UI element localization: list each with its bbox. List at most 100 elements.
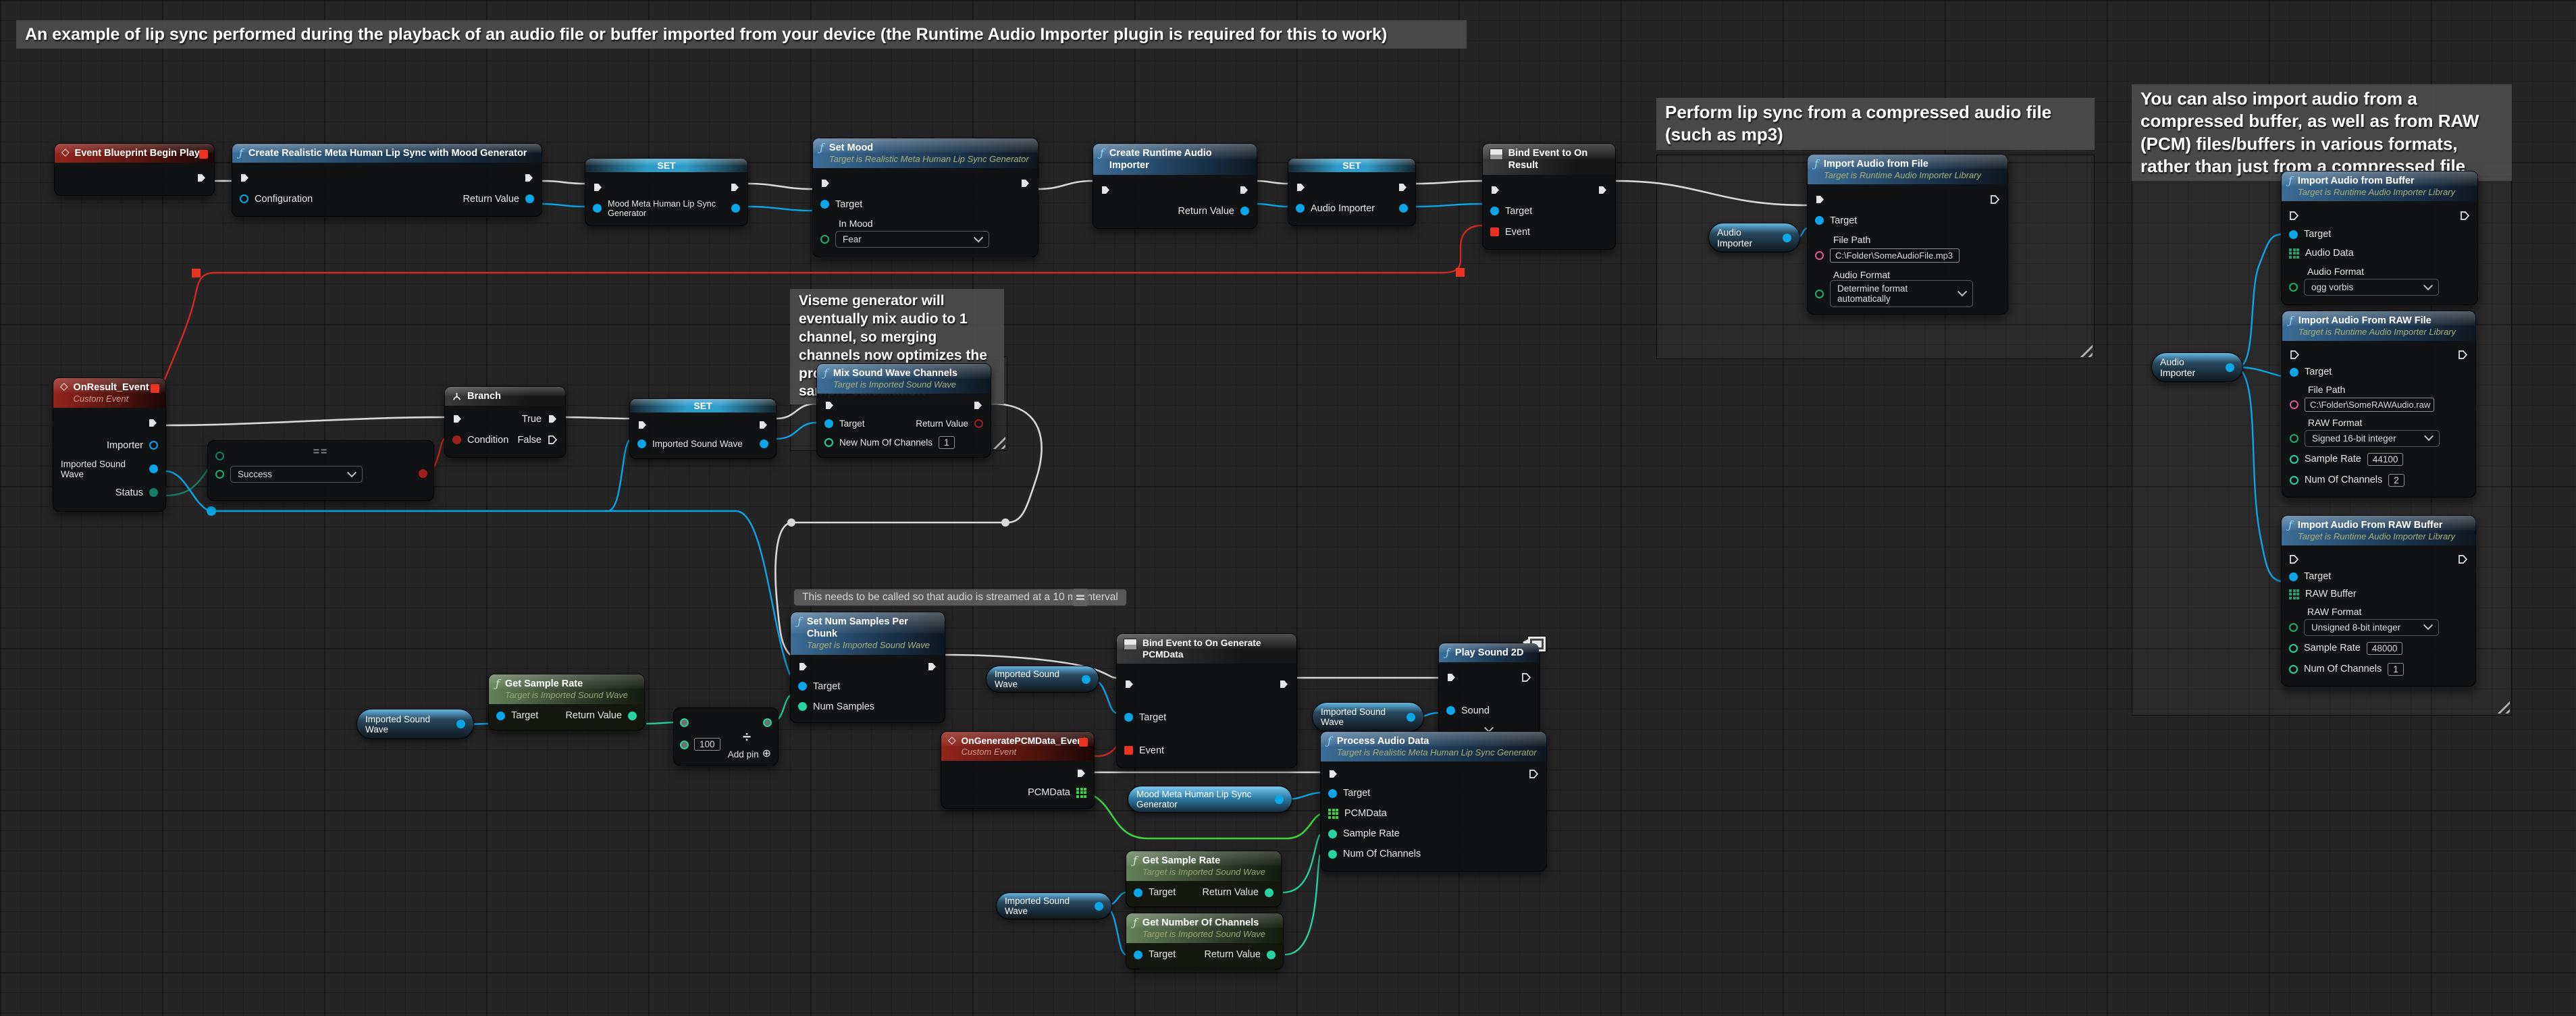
exec-out-pin[interactable] <box>730 182 740 192</box>
exec-out-false-pin[interactable] <box>548 435 558 445</box>
divisor-input[interactable]: 100 <box>694 738 720 751</box>
raw-format-dropdown[interactable]: Signed 16-bit integer <box>2305 430 2440 447</box>
int-out-pin[interactable] <box>628 712 637 720</box>
int-pin[interactable] <box>2289 665 2298 674</box>
reroute-node[interactable] <box>787 518 795 527</box>
reroute-node[interactable] <box>1001 518 1009 527</box>
enum-pin[interactable] <box>820 235 829 244</box>
exec-out-pin[interactable] <box>1239 185 1249 195</box>
bubble-pin-icon[interactable] <box>1072 589 1088 606</box>
node-ongeneratepcmdata-event[interactable]: ◇ OnGeneratePCMData_Event Custom Event P… <box>941 731 1095 809</box>
target-pin[interactable] <box>496 712 505 720</box>
enum-pin[interactable] <box>2289 623 2298 632</box>
node-set-mood[interactable]: ƒ Set Mood Target is Realistic Meta Huma… <box>812 138 1039 257</box>
var-mood-metahuman-lipsync-generator[interactable]: Mood Meta Human Lip Sync Generator <box>1128 786 1292 813</box>
num-channels-input[interactable]: 2 <box>2388 474 2404 487</box>
exec-in-pin[interactable] <box>1446 672 1456 683</box>
object-out-pin[interactable] <box>2226 363 2234 372</box>
node-event-begin-play[interactable]: ◇ Event Blueprint Begin Play <box>54 143 215 196</box>
bool-pin[interactable] <box>452 435 461 444</box>
node-import-audio-from-file[interactable]: ƒ Import Audio from File Target is Runti… <box>1807 154 2008 315</box>
enum-pin[interactable] <box>2289 283 2298 292</box>
object-out-pin[interactable] <box>1095 902 1103 911</box>
node-get-number-of-channels[interactable]: ƒ Get Number Of Channels Target is Impor… <box>1126 913 1284 969</box>
target-pin[interactable] <box>820 200 829 209</box>
delegate-pin[interactable] <box>1124 746 1133 755</box>
blueprint-graph[interactable]: An example of lip sync performed during … <box>0 0 2576 1016</box>
enum-out-pin[interactable] <box>149 488 158 497</box>
var-imported-sound-wave[interactable]: Imported Sound Wave <box>357 709 474 739</box>
node-create-realistic-lipsync[interactable]: ƒ Create Realistic Meta Human Lip Sync w… <box>232 143 542 217</box>
exec-in-pin[interactable] <box>1490 185 1500 195</box>
exec-out-pin[interactable] <box>2460 211 2470 221</box>
node-import-audio-from-raw-file[interactable]: ƒ Import Audio From RAW File Target is R… <box>2282 311 2476 498</box>
target-pin[interactable] <box>1815 216 1824 225</box>
node-bind-event-on-generate-pcmdata[interactable]: Bind Event to On Generate PCMData Target… <box>1116 633 1297 768</box>
int-out-pin[interactable] <box>1267 951 1276 959</box>
target-pin[interactable] <box>1124 713 1133 722</box>
node-divide[interactable]: 100 ÷ Add pin⊕ <box>673 707 779 766</box>
exec-out-pin[interactable] <box>1529 769 1539 779</box>
exec-in-pin[interactable] <box>1296 182 1306 192</box>
exec-out-pin[interactable] <box>2458 554 2468 564</box>
array-pin[interactable] <box>1328 809 1338 819</box>
object-pin[interactable] <box>1296 204 1305 213</box>
wildcard-pin[interactable] <box>680 718 689 727</box>
sample-rate-input[interactable]: 48000 <box>2367 642 2403 655</box>
int-pin[interactable] <box>2289 644 2298 653</box>
bool-out-pin[interactable] <box>974 419 983 428</box>
target-pin[interactable] <box>798 682 807 691</box>
int-pin[interactable] <box>1328 830 1337 838</box>
exec-out-pin[interactable] <box>1020 178 1030 188</box>
exec-in-pin[interactable] <box>2289 211 2299 221</box>
enum-pin[interactable] <box>215 452 224 460</box>
audio-format-dropdown[interactable]: ogg vorbis <box>2304 279 2439 296</box>
exec-out-pin[interactable] <box>1598 185 1608 195</box>
node-equal-enum[interactable]: == Success <box>207 440 434 501</box>
object-out-pin[interactable] <box>149 464 158 473</box>
object-out-pin[interactable] <box>1082 675 1090 684</box>
var-imported-sound-wave[interactable]: Imported Sound Wave <box>996 892 1112 919</box>
exec-in-pin[interactable] <box>1124 679 1134 689</box>
delegate-pin[interactable] <box>1079 738 1088 747</box>
bool-out-pin[interactable] <box>419 469 427 478</box>
target-pin[interactable] <box>824 419 833 428</box>
node-set-num-samples-per-chunk[interactable]: ƒ Set Num Samples Per Chunk Target is Im… <box>790 612 945 723</box>
exec-out-pin[interactable] <box>2458 350 2468 360</box>
int-pin[interactable] <box>2290 455 2298 464</box>
delegate-pin[interactable] <box>151 384 159 393</box>
add-pin-button[interactable]: Add pin⊕ <box>728 749 771 759</box>
target-pin[interactable] <box>1328 789 1337 798</box>
object-out-pin[interactable] <box>149 441 158 450</box>
sample-rate-input[interactable]: 44100 <box>2367 453 2404 466</box>
exec-out-pin[interactable] <box>973 400 983 410</box>
target-pin[interactable] <box>1134 888 1142 897</box>
mood-dropdown[interactable]: Fear <box>835 231 989 248</box>
string-pin[interactable] <box>1815 251 1824 260</box>
exec-in-pin[interactable] <box>240 173 250 183</box>
object-pin[interactable] <box>240 194 248 203</box>
node-create-runtime-audio-importer[interactable]: ƒ Create Runtime Audio Importer Return V… <box>1093 143 1257 229</box>
var-audio-importer[interactable]: Audio Importer <box>2151 352 2243 382</box>
exec-in-pin[interactable] <box>637 420 648 430</box>
string-pin[interactable] <box>2290 400 2298 409</box>
array-pin[interactable] <box>2289 248 2299 259</box>
var-imported-sound-wave[interactable]: Imported Sound Wave <box>986 666 1099 693</box>
target-pin[interactable] <box>2289 230 2298 239</box>
exec-out-pin[interactable] <box>1521 672 1531 683</box>
int-pin[interactable] <box>798 702 807 711</box>
sound-pin[interactable] <box>1446 706 1455 715</box>
object-out-pin[interactable] <box>760 439 768 448</box>
file-path-input[interactable]: C:\Folder\SomeRAWAudio.raw <box>2305 398 2434 412</box>
array-pin[interactable] <box>2289 589 2299 599</box>
exec-in-pin[interactable] <box>1815 194 1825 205</box>
node-process-audio-data[interactable]: ƒ Process Audio Data Target is Realistic… <box>1320 731 1547 872</box>
comment-mp3[interactable]: Perform lip sync from a compressed audio… <box>1656 98 2095 150</box>
object-out-pin[interactable] <box>731 204 740 213</box>
reroute-node[interactable] <box>192 269 201 277</box>
node-import-audio-from-raw-buffer[interactable]: ƒ Import Audio From RAW Buffer Target is… <box>2281 515 2476 687</box>
node-set-mood-generator-var[interactable]: SET Mood Meta Human Lip Sync Generator <box>585 158 748 226</box>
var-audio-importer[interactable]: Audio Importer <box>1708 223 1800 252</box>
node-bind-event-on-result[interactable]: Bind Event to On Result Target Event <box>1482 143 1616 250</box>
exec-out-pin[interactable] <box>524 173 534 183</box>
